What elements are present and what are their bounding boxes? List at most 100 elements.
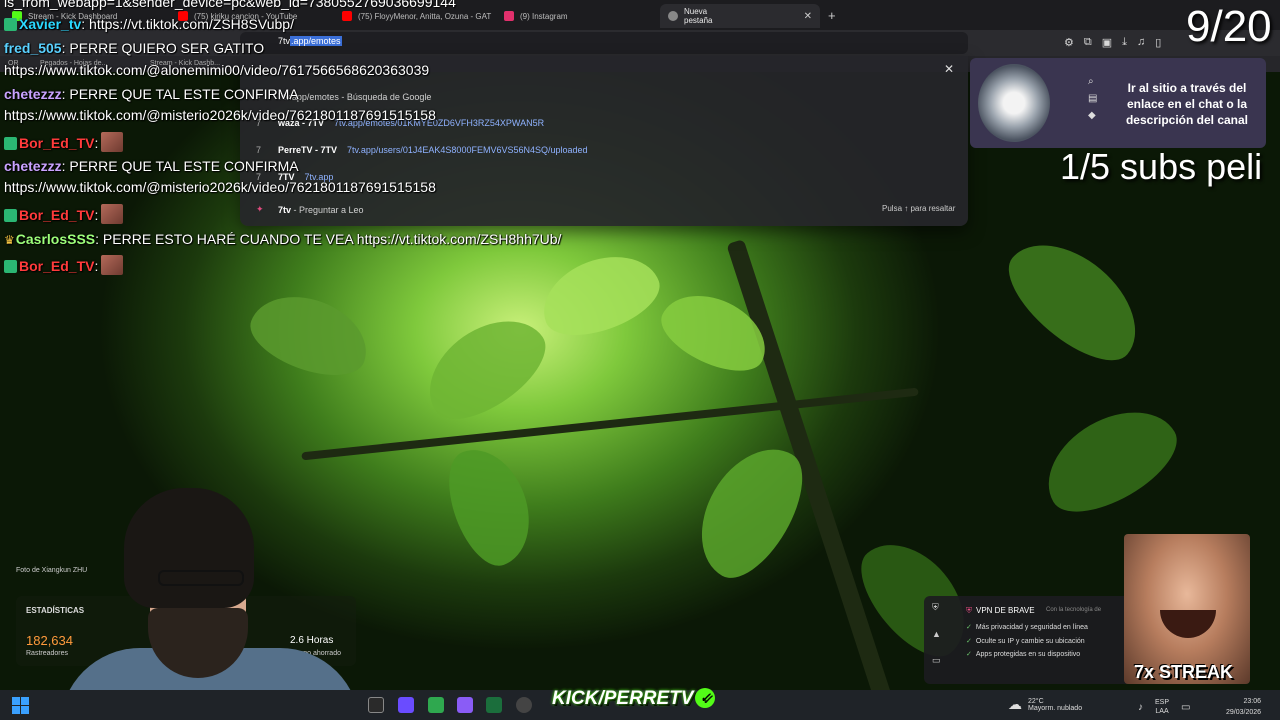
wallet-icon[interactable]: ▣ (1102, 36, 1112, 49)
close-tab-icon[interactable]: ✕ (804, 11, 812, 22)
leaf (435, 437, 545, 575)
autocomplete-selection: .app/emotes (290, 36, 342, 46)
omnibox-suggestions (240, 56, 968, 226)
youtube-favicon-icon (342, 11, 352, 21)
chat-username: chetezzz (4, 86, 62, 102)
leaf (241, 281, 379, 389)
chat-text: https://www.tiktok.com/@misterio2026k/vi… (4, 179, 436, 195)
address-bar-text[interactable]: 7tv.app/emotes (278, 36, 342, 46)
card-icon[interactable]: ▭ (932, 655, 941, 666)
download-icon[interactable]: ⤓ (1122, 36, 1127, 49)
leaf (1029, 390, 1191, 530)
emote-icon (101, 132, 124, 152)
tab-label: (9) Instagram (520, 11, 568, 21)
suggestion-text: 7tv (278, 204, 292, 215)
vpn-feature-text: Oculte su IP y cambie su ubicación (975, 638, 1085, 645)
tab-label: (75) FloyyMenor, Anitta, Ozuna - GAT (358, 11, 492, 21)
webcam-feed (40, 488, 360, 720)
chat-username: fred_505 (4, 40, 62, 56)
warning-icon[interactable]: ▲ (932, 629, 941, 639)
windows-start-icon[interactable] (12, 697, 29, 714)
suggestion-url: 7tv.app/users/01J4EAK4S8000FEMV6VS56N4SQ… (347, 145, 588, 155)
vpn-feature-text: Apps protegidas en su dispositivo (975, 651, 1081, 658)
keyboard-hint: Pulsa ↑ para resaltar (882, 204, 956, 213)
puzzle-icon[interactable]: ⧉ (1084, 36, 1092, 49)
chat-username: chetezzz (4, 158, 62, 174)
language-indicator[interactable]: ESP LAA (1155, 698, 1169, 716)
shield-icon[interactable]: ⛨ (932, 602, 941, 613)
vpn-feature: ✓ Más privacidad y seguridad en línea (966, 623, 1088, 631)
check-icon: ✓ (966, 651, 972, 658)
typed-text: 7tv (278, 36, 291, 46)
chat-text: : PERRE ESTO HARÉ CUANDO TE VEA https://… (95, 231, 562, 247)
app-icon[interactable] (368, 697, 384, 713)
chat-message: Xavier_tv: https://vt.tiktok.com/ZSH8SVu… (4, 16, 294, 32)
chat-text: https://www.tiktok.com/@alonemimi00/vide… (4, 62, 430, 78)
chat-username: Bor_Ed_TV (19, 135, 95, 151)
tab-instagram[interactable]: (9) Instagram (496, 5, 656, 27)
promo-icons: ⌕ ▤ ◆ (1088, 76, 1097, 121)
emote-icon (101, 255, 124, 275)
chat-message: chetezzz: PERRE QUE TAL ESTE CONFIRMA (4, 86, 299, 102)
clock-date: 29/03/2026 (1226, 709, 1262, 716)
7tv-icon: 7 (256, 145, 262, 155)
sidebar-icon[interactable]: ▯ (1155, 36, 1161, 49)
app-icon[interactable] (516, 697, 532, 713)
network-icon[interactable]: ▭ (1181, 702, 1190, 713)
leaf (991, 221, 1159, 379)
chat-message: ♛CasrlosSSS: PERRE ESTO HARÉ CUANDO TE V… (4, 231, 561, 247)
chat-text: https://www.tiktok.com/@misterio2026k/vi… (4, 107, 436, 123)
system-clock[interactable]: 23:06 29/03/2026 (1226, 696, 1261, 718)
glasses (158, 570, 244, 586)
new-tab-button[interactable]: + (828, 8, 836, 23)
close-icon[interactable]: ✕ (944, 62, 954, 76)
leaf (531, 241, 669, 349)
weather-widget[interactable]: ☁ 22°C Mayorm. nublado (1008, 696, 1082, 713)
microphone-icon[interactable]: ♪ (1138, 702, 1143, 713)
address-bar[interactable] (240, 32, 968, 54)
vpn-tech-label: Con la tecnología de (1046, 607, 1102, 613)
vpn-feature: ✓ Oculte su IP y cambie su ubicación (966, 637, 1085, 645)
moderator-badge-icon (4, 209, 17, 222)
tab-new-tab[interactable]: Nueva pestaña ✕ (660, 4, 820, 28)
chat-username: Bor_Ed_TV (19, 207, 95, 223)
chat-message: Bor_Ed_TV: (4, 204, 124, 224)
app-icon[interactable] (486, 697, 502, 713)
vpn-feature: ✓ Apps protegidas en su dispositivo (966, 650, 1080, 658)
check-icon: ✓ (966, 624, 972, 631)
moderator-badge-icon (4, 18, 17, 31)
chat-message: chetezzz: PERRE QUE TAL ESTE CONFIRMA (4, 158, 299, 174)
vpn-side-icons: ⛨ ▲ ▭ (932, 602, 941, 666)
promo-text: Ir al sitio a través del enlace en el ch… (1125, 81, 1249, 127)
toolbar-icons: ⚙ ⧉ ▣ ⤓ ♫ ▯ (1064, 36, 1161, 49)
brave-favicon-icon (668, 11, 678, 21)
weather-temp: 22°C (1028, 697, 1044, 705)
emote-icon (101, 204, 124, 224)
media-icon[interactable]: ♫ (1137, 36, 1145, 49)
leo-icon: ✦ (256, 204, 264, 214)
chat-message: Bor_Ed_TV: (4, 255, 124, 275)
streak-label: 7x STREAK (1134, 662, 1234, 682)
lang-bottom: LAA (1155, 708, 1169, 715)
verified-icon: ✓ (695, 688, 716, 708)
chat-username: Xavier_tv (19, 16, 82, 32)
chat-message: Bor_Ed_TV: (4, 132, 124, 152)
extensions-icon[interactable]: ⚙ (1064, 36, 1074, 49)
app-icon[interactable] (428, 697, 444, 713)
chat-text: : (94, 207, 99, 223)
tag-icon: ◆ (1088, 110, 1096, 121)
vpn-icon: ⛨ (966, 606, 972, 615)
leaf (409, 299, 561, 437)
instagram-favicon-icon (504, 11, 514, 21)
suggestion-ask-leo[interactable]: ✦ 7tv - Preguntar a Leo (256, 204, 364, 215)
chat-text: : PERRE QUE TAL ESTE CONFIRMA (61, 158, 299, 174)
kick-channel-brand: KICK/PERRETV ✓ (552, 688, 716, 710)
app-icon[interactable] (398, 697, 414, 713)
app-icon[interactable] (457, 697, 473, 713)
vpn-title: ⛨ VPN DE BRAVE (966, 606, 1035, 616)
suggestion-suffix: - Preguntar a Leo (291, 204, 364, 215)
chat-username: Bor_Ed_TV (19, 258, 95, 274)
suggestion-perretv[interactable]: 7 PerreTV - 7TV 7tv.app/users/01J4EAK4S8… (256, 145, 588, 155)
dial-image (978, 64, 1050, 142)
subs-goal: 1/5 subs peli (1060, 146, 1263, 187)
